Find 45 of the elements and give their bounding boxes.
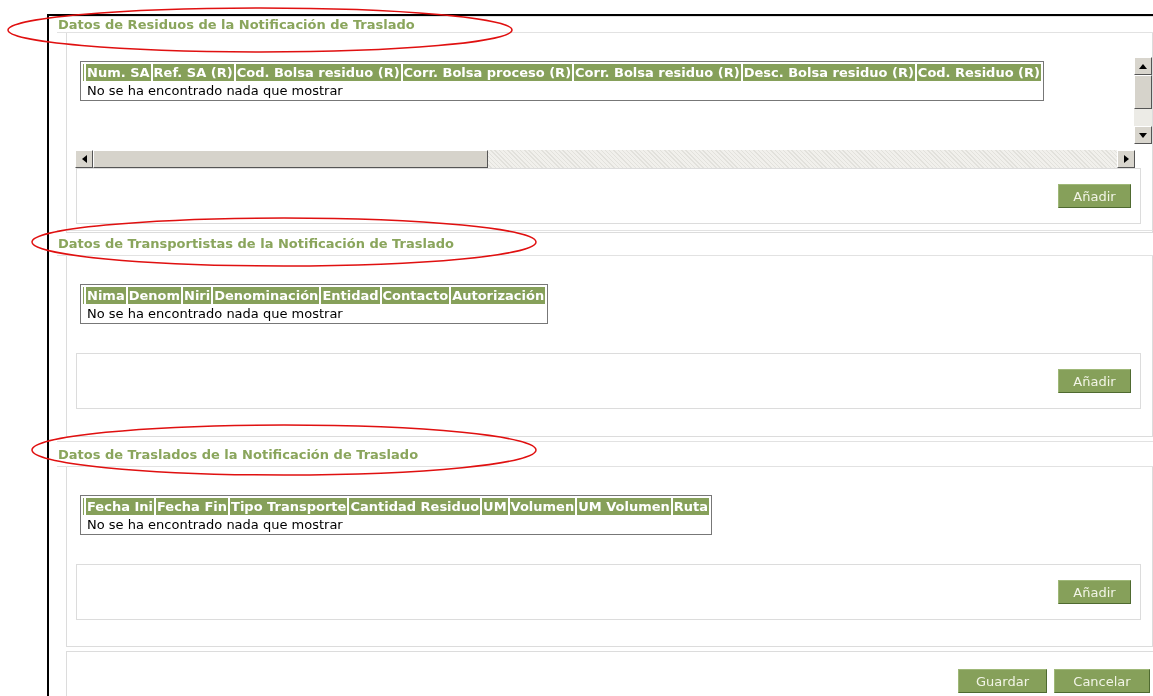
column-header: Denom [127,287,181,304]
column-header: Num. SA [86,64,151,81]
column-header: Contacto [381,287,450,304]
column-header: Corr. Bolsa residuo (R) [574,64,741,81]
column-header: Ref. SA (R) [152,64,234,81]
section-title: Datos de Residuos de la Notificación de Traslado [58,17,415,32]
column-header: Tipo Transporte [230,498,348,515]
section-title: Datos de Transportistas de la Notificación de Traslado [58,235,454,251]
scroll-up-button[interactable] [1134,57,1152,75]
column-header: Ruta [672,498,710,515]
down-arrow-icon [1139,132,1147,138]
vertical-scrollbar[interactable] [1134,57,1152,144]
column-header: Denominación [213,287,320,304]
column-header: UM Volumen [577,498,671,515]
add-button[interactable]: Añadir [1058,184,1131,208]
column-header: Autorización [451,287,546,304]
column-header: Fecha Ini [86,498,154,515]
empty-message: No se ha encontrado nada que mostrar [86,517,344,532]
column-header: Nima [86,287,126,304]
scroll-right-button[interactable] [1117,150,1135,168]
column-header: Cantidad Residuo [349,498,481,515]
column-header: Entidad [321,287,380,304]
scroll-left-button[interactable] [75,150,93,168]
right-arrow-icon [1123,155,1129,163]
column-header: Cod. Residuo (R) [916,64,1042,81]
column-header: Niri [183,287,212,304]
cancel-button[interactable]: Cancelar [1054,669,1150,693]
save-button[interactable]: Guardar [958,669,1047,693]
scrollbar-thumb[interactable] [1134,75,1152,109]
up-arrow-icon [1139,63,1147,69]
empty-message: No se ha encontrado nada que mostrar [86,306,344,321]
left-arrow-icon [81,155,87,163]
column-header: Fecha Fin [156,498,228,515]
add-button[interactable]: Añadir [1058,369,1131,393]
scrollbar-thumb[interactable] [93,150,488,168]
horizontal-scrollbar[interactable] [75,150,1135,168]
column-header: UM [482,498,508,515]
column-header: Desc. Bolsa residuo (R) [742,64,915,81]
column-header: Cod. Bolsa residuo (R) [235,64,401,81]
scroll-down-button[interactable] [1134,126,1152,144]
section-title: Datos de Traslados de la Notificación de Traslado [58,446,419,462]
column-header: Volumen [509,498,576,515]
empty-message: No se ha encontrado nada que mostrar [86,83,344,98]
add-button[interactable]: Añadir [1058,580,1131,604]
column-header: Corr. Bolsa proceso (R) [402,64,573,81]
